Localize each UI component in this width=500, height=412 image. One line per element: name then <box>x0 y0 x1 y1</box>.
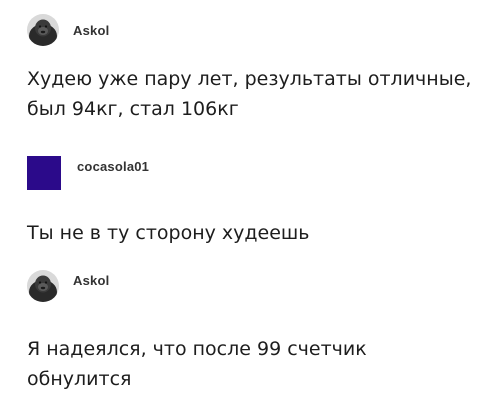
gorilla-avatar-icon[interactable] <box>27 14 59 46</box>
post-text: Я надеялся, что после 99 счетчик обнулит… <box>27 338 367 390</box>
username[interactable]: Askol <box>73 273 109 288</box>
gorilla-avatar-icon[interactable] <box>27 270 59 302</box>
username[interactable]: cocasola01 <box>77 159 149 174</box>
post-text: Худею уже пару лет, результаты отличные,… <box>27 68 472 120</box>
post-header: Askol <box>27 270 109 302</box>
post-header: cocasola01 <box>27 156 149 190</box>
purple-square-avatar[interactable] <box>27 156 61 190</box>
post-header: Askol <box>27 14 109 46</box>
post-text: Ты не в ту сторону худеешь <box>27 222 310 244</box>
username[interactable]: Askol <box>73 23 109 38</box>
